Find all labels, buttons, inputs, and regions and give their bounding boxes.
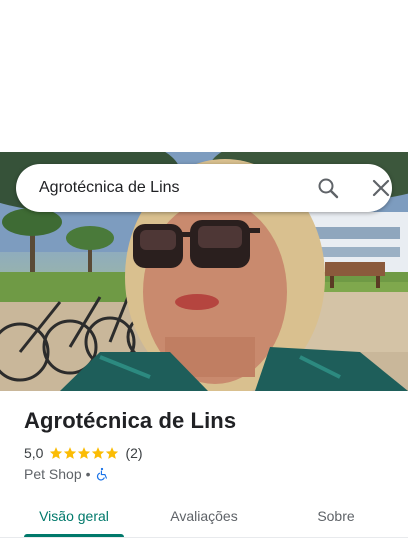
rating-row[interactable]: 5,0 (2) xyxy=(24,444,143,462)
place-tabs: Visão geral Avaliações Sobre xyxy=(0,496,408,544)
star-icon xyxy=(64,447,77,459)
tab-reviews[interactable]: Avaliações xyxy=(154,496,254,536)
review-count[interactable]: (2) xyxy=(125,445,142,461)
search-input[interactable] xyxy=(39,164,289,212)
category-row: Pet Shop • xyxy=(24,465,109,483)
tab-overview[interactable]: Visão geral xyxy=(24,496,124,536)
search-icon[interactable] xyxy=(316,176,340,200)
star-icon xyxy=(106,447,119,459)
tab-about[interactable]: Sobre xyxy=(286,496,386,536)
star-icon xyxy=(92,447,105,459)
place-title: Agrotécnica de Lins xyxy=(24,408,237,433)
wheelchair-icon xyxy=(96,467,107,481)
close-icon[interactable] xyxy=(369,176,393,200)
separator-dot: • xyxy=(85,466,91,482)
search-bar xyxy=(16,164,392,212)
map-blank-area xyxy=(0,0,408,152)
category-label[interactable]: Pet Shop xyxy=(24,466,82,482)
star-icon xyxy=(78,447,91,459)
star-icon xyxy=(50,447,63,459)
rating-value: 5,0 xyxy=(24,445,44,461)
star-rating xyxy=(49,446,119,460)
tabs-divider xyxy=(0,537,408,538)
